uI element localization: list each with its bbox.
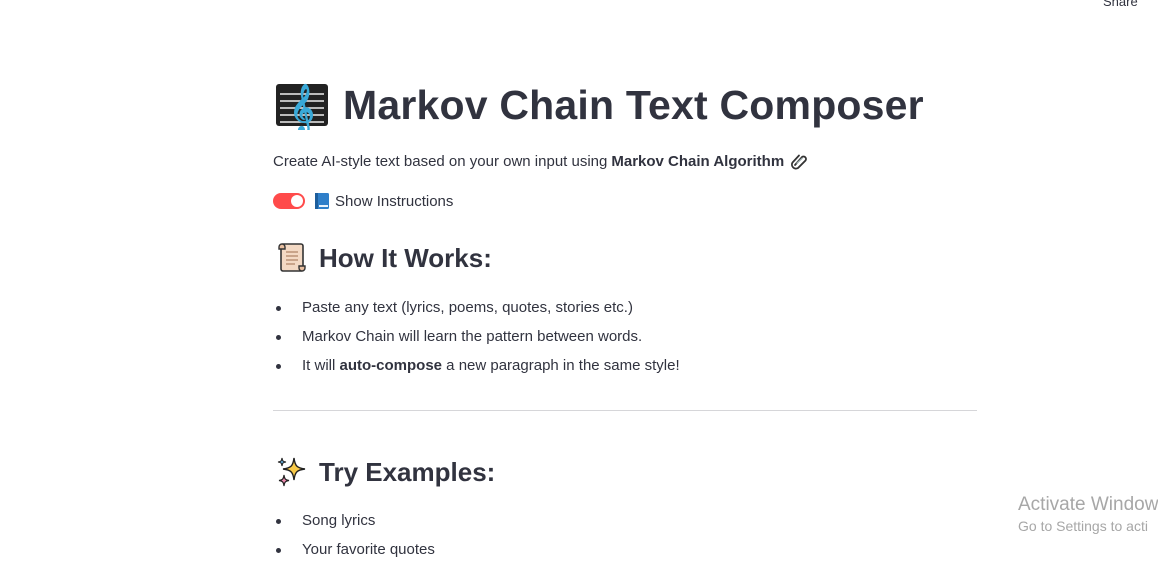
list-item-text: Your favorite quotes [302, 541, 435, 558]
share-button[interactable]: Share [1103, 0, 1138, 9]
sparkles-icon [277, 457, 306, 487]
list-item-text: Markov Chain will learn the pattern betw… [302, 328, 643, 345]
list-item: Paste any text (lyrics, poems, quotes, s… [273, 298, 978, 327]
how-it-works-list: Paste any text (lyrics, poems, quotes, s… [273, 298, 978, 385]
list-item: Song lyrics [273, 511, 978, 540]
list-item: Your favorite quotes [273, 540, 978, 569]
try-examples-header: Try Examples: [275, 455, 495, 489]
try-examples-list: Song lyrics Your favorite quotes [273, 511, 978, 569]
treble-clef-icon: 𝄞 [276, 83, 328, 130]
activate-windows-watermark: Activate Window Go to Settings to acti [1018, 494, 1158, 534]
toggle-switch[interactable] [273, 193, 305, 209]
watermark-line1: Activate Window [1018, 494, 1158, 515]
page-title: Markov Chain Text Composer [343, 81, 924, 128]
subtitle-bold: Markov Chain Algorithm [611, 152, 785, 170]
title-row: 𝄞 Markov Chain Text Composer [275, 80, 924, 130]
scroll-icon [278, 243, 306, 272]
blue-book-icon [315, 193, 329, 209]
show-instructions-toggle[interactable]: Show Instructions [273, 192, 453, 210]
list-item-text: Paste any text (lyrics, poems, quotes, s… [302, 299, 633, 316]
list-item-text: Song lyrics [302, 512, 376, 529]
paperclip-icon [791, 154, 808, 170]
subtitle: Create AI-style text based on your own i… [273, 152, 808, 170]
watermark-line2: Go to Settings to acti [1018, 518, 1148, 534]
list-item-text: a new paragraph in the same style! [442, 357, 680, 374]
svg-text:𝄞: 𝄞 [290, 83, 315, 130]
list-item: It will auto-compose a new paragraph in … [273, 356, 978, 385]
try-examples-heading: Try Examples: [319, 456, 496, 487]
how-it-works-header: How It Works: [275, 241, 492, 275]
divider [273, 410, 977, 411]
how-it-works-heading: How It Works: [319, 242, 492, 273]
subtitle-text: Create AI-style text based on your own i… [273, 152, 608, 170]
list-item-text: It will [302, 357, 340, 374]
list-item-bold: auto-compose [339, 357, 443, 374]
list-item: Markov Chain will learn the pattern betw… [273, 327, 978, 356]
toggle-label: Show Instructions [335, 192, 454, 210]
